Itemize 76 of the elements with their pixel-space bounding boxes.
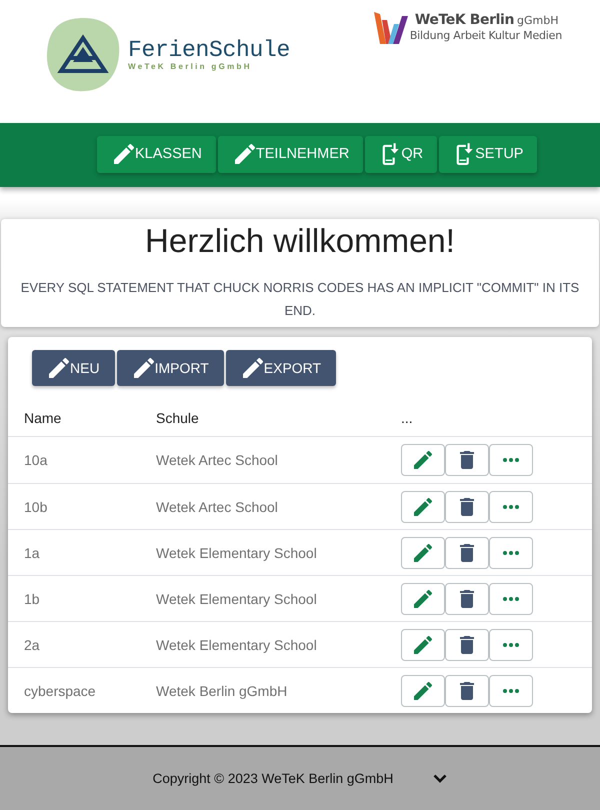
edit-button[interactable]: [401, 444, 445, 476]
more-button[interactable]: [489, 444, 533, 476]
more-button[interactable]: [489, 536, 533, 568]
pencil-icon: [242, 358, 263, 378]
more-button[interactable]: [489, 628, 533, 660]
delete-button[interactable]: [445, 490, 489, 522]
column-header: Name: [23, 410, 62, 426]
more-button[interactable]: [489, 582, 533, 614]
partner-suffix: gGmbH: [517, 14, 558, 27]
logo-subtitle: WeTeK Berlin gGmbH: [128, 62, 253, 71]
nav-button[interactable]: QR: [365, 136, 438, 172]
pencil-icon: [134, 358, 154, 378]
table-cell-text: 1b: [23, 590, 41, 606]
edit-button[interactable]: [401, 628, 445, 660]
more-icon: [503, 504, 519, 508]
delete-button[interactable]: [445, 536, 489, 568]
pencil-icon: [414, 636, 432, 654]
edit-button[interactable]: [401, 536, 445, 568]
more-icon: [503, 458, 519, 462]
pencil-icon: [414, 498, 432, 516]
nav-button[interactable]: SETUP: [439, 136, 538, 172]
nav-button[interactable]: KLASSEN: [97, 136, 216, 172]
nav-button[interactable]: TEILNEHMER: [218, 136, 364, 172]
welcome-title: Herzlich willkommen!: [144, 221, 456, 261]
phone-download-icon: [456, 143, 474, 165]
table-cell-text: Wetek Artec School: [156, 452, 279, 468]
pencil-icon: [414, 682, 432, 700]
toolbar-button[interactable]: EXPORT: [226, 350, 336, 386]
delete-button[interactable]: [445, 444, 489, 476]
logo-icon: [45, 17, 121, 93]
w-mark-icon: [374, 12, 408, 44]
trash-icon: [460, 544, 474, 562]
delete-button[interactable]: [445, 628, 489, 660]
trash-icon: [460, 682, 474, 700]
table-cell-text: Wetek Elementary School: [156, 636, 318, 652]
trash-icon: [460, 498, 474, 516]
toolbar-button[interactable]: NEU: [32, 350, 115, 386]
table-cell-text: Wetek Elementary School: [156, 590, 318, 606]
more-icon: [503, 550, 519, 554]
table-cell-text: 2a: [23, 636, 41, 652]
trash-icon: [460, 636, 474, 654]
more-button[interactable]: [489, 674, 533, 706]
pencil-icon: [49, 358, 69, 378]
phone-download-icon: [382, 143, 400, 165]
more-icon: [503, 596, 519, 600]
table-cell-text: 10a: [23, 452, 48, 468]
more-button[interactable]: [489, 490, 533, 522]
toolbar-button[interactable]: IMPORT: [116, 350, 224, 386]
more-icon: [503, 688, 519, 692]
table-cell-text: Wetek Artec School: [156, 498, 279, 514]
pencil-icon: [414, 544, 432, 562]
delete-button[interactable]: [445, 674, 489, 706]
pencil-icon: [414, 590, 432, 608]
edit-button[interactable]: [401, 674, 445, 706]
table-cell-text: 1a: [23, 544, 41, 560]
copyright-text: Copyright © 2023 WeTeK Berlin gGmbH: [152, 771, 394, 786]
quote-text: EVERY SQL STATEMENT THAT CHUCK NORRIS CODES HAS AN IMPLICIT "COMMIT" IN ITS END.: [20, 279, 580, 320]
table-cell-text: Wetek Elementary School: [156, 544, 318, 560]
table-cell-text: 10b: [23, 498, 48, 514]
pencil-icon: [114, 144, 134, 164]
column-header: ...: [401, 410, 414, 426]
trash-icon: [460, 451, 474, 469]
partner-tagline: Bildung Arbeit Kultur Medien: [410, 29, 562, 42]
chevron-down-icon[interactable]: [433, 774, 448, 783]
pencil-icon: [234, 144, 255, 164]
table-cell-text: cyberspace: [23, 682, 97, 698]
column-header: Schule: [156, 410, 200, 426]
more-icon: [503, 642, 519, 646]
edit-button[interactable]: [401, 490, 445, 522]
trash-icon: [460, 590, 474, 608]
logo-title: FerienSchule: [128, 38, 290, 62]
pencil-icon: [414, 451, 432, 469]
table-cell-text: Wetek Berlin gGmbH: [156, 682, 288, 698]
edit-button[interactable]: [401, 582, 445, 614]
partner-name: WeTeK Berlin: [414, 12, 514, 29]
delete-button[interactable]: [445, 582, 489, 614]
